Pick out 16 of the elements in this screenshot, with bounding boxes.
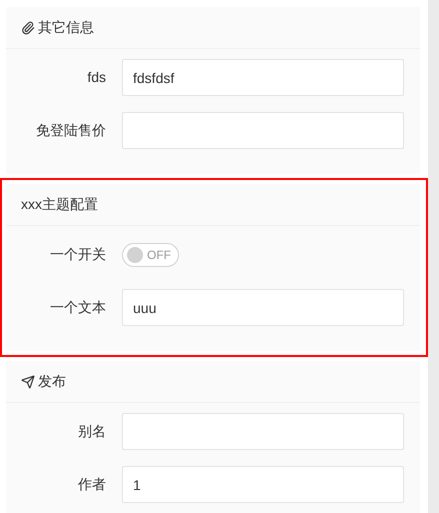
text-field[interactable]: uuu bbox=[122, 289, 404, 326]
text-field[interactable]: 1 bbox=[122, 466, 404, 503]
field-label: 免登陆售价 bbox=[36, 121, 106, 140]
text-field[interactable]: fdsfdsf bbox=[122, 59, 404, 96]
paperclip-icon bbox=[21, 20, 35, 34]
section-title: 发布 bbox=[38, 372, 66, 391]
text-field[interactable] bbox=[122, 112, 404, 149]
section-title: 其它信息 bbox=[38, 18, 94, 37]
text-field[interactable] bbox=[122, 413, 404, 450]
field-label: fds bbox=[87, 68, 106, 87]
field-label: 一个文本 bbox=[50, 298, 106, 317]
section-title: xxx主题配置 bbox=[21, 195, 98, 214]
field-label: 一个开关 bbox=[50, 245, 106, 264]
field-label: 作者 bbox=[78, 475, 106, 494]
paper-plane-icon bbox=[21, 374, 35, 388]
field-label: 别名 bbox=[78, 422, 106, 441]
